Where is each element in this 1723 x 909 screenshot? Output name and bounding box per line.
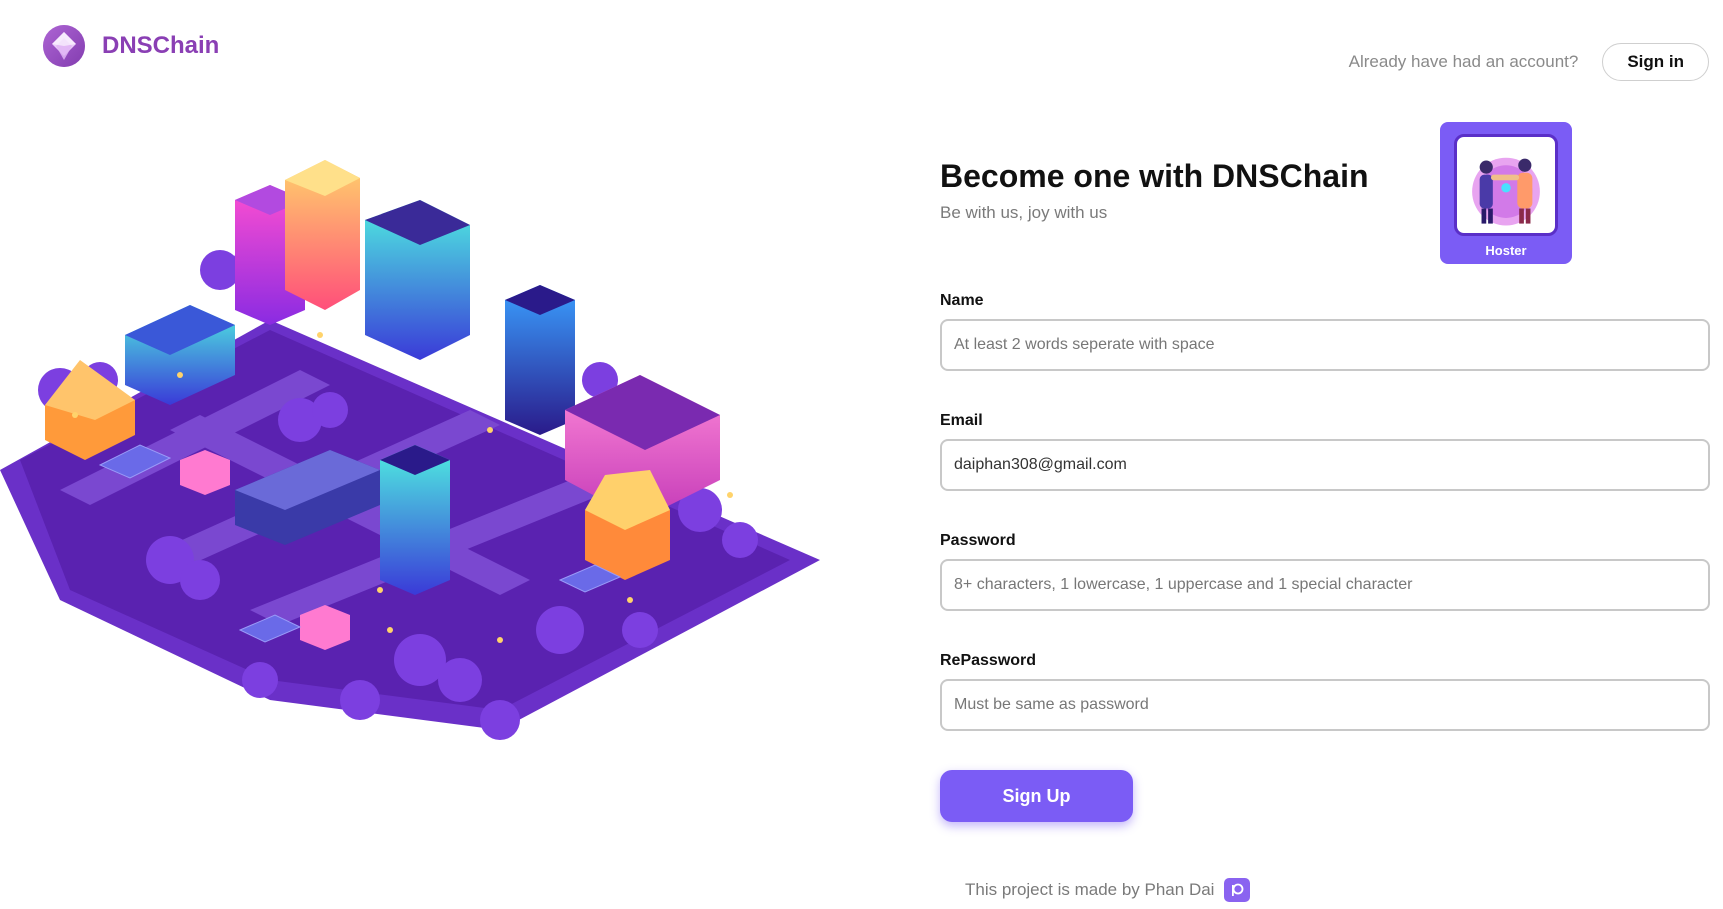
name-field: Name bbox=[940, 292, 1710, 371]
name-label: Name bbox=[940, 292, 984, 309]
footer: This project is made by Phan Dai bbox=[965, 878, 1251, 902]
signup-form: Become one with DNSChain Be with us, joy… bbox=[940, 120, 1710, 822]
password-field: Password bbox=[940, 532, 1710, 611]
email-input[interactable] bbox=[940, 439, 1710, 491]
password-input[interactable] bbox=[940, 559, 1710, 611]
password-label: Password bbox=[940, 532, 1016, 549]
email-label: Email bbox=[940, 412, 983, 429]
team-handshake-illustration bbox=[1454, 134, 1558, 236]
patreon-icon[interactable] bbox=[1224, 878, 1251, 902]
page-subtitle: Be with us, joy with us bbox=[940, 203, 1108, 222]
signup-page: DNSChain Already have had an account? Si… bbox=[0, 0, 1723, 909]
role-card-label: Hoster bbox=[1485, 243, 1527, 258]
name-input[interactable] bbox=[940, 319, 1710, 371]
repassword-field: RePassword bbox=[940, 652, 1710, 731]
repassword-input[interactable] bbox=[940, 679, 1710, 731]
repassword-label: RePassword bbox=[940, 652, 1037, 669]
brand-name: DNSChain bbox=[102, 32, 220, 59]
account-prompt: Already have had an account? Sign in bbox=[1349, 43, 1709, 81]
isometric-city-illustration bbox=[0, 160, 820, 740]
role-card-hoster[interactable]: Hoster bbox=[1440, 122, 1572, 264]
email-field: Email bbox=[940, 412, 1710, 491]
footer-credit: This project is made by Phan Dai bbox=[965, 880, 1215, 899]
diamond-logo-icon bbox=[43, 25, 85, 67]
brand[interactable]: DNSChain bbox=[42, 24, 219, 68]
sign-in-button[interactable]: Sign in bbox=[1602, 43, 1709, 81]
sign-up-button[interactable]: Sign Up bbox=[940, 770, 1133, 822]
account-prompt-text: Already have had an account? bbox=[1348, 52, 1579, 71]
page-title: Become one with DNSChain bbox=[940, 158, 1369, 194]
